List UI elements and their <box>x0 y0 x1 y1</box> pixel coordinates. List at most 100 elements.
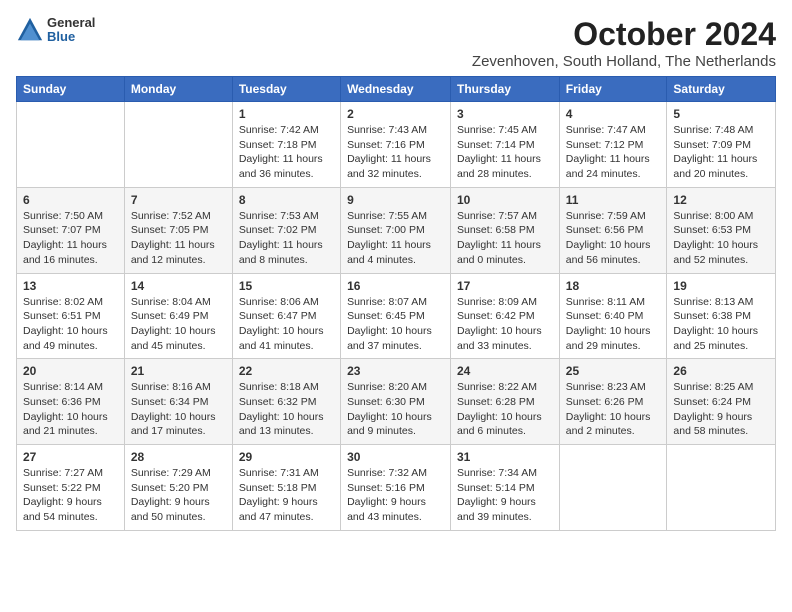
calendar-table: SundayMondayTuesdayWednesdayThursdayFrid… <box>16 76 776 531</box>
day-info: Sunrise: 8:13 AM Sunset: 6:38 PM Dayligh… <box>673 295 769 354</box>
calendar-cell: 3Sunrise: 7:45 AM Sunset: 7:14 PM Daylig… <box>451 102 560 188</box>
day-info: Sunrise: 8:20 AM Sunset: 6:30 PM Dayligh… <box>347 380 444 439</box>
calendar-col-wednesday: Wednesday <box>341 77 451 102</box>
day-info: Sunrise: 8:25 AM Sunset: 6:24 PM Dayligh… <box>673 380 769 439</box>
day-number: 18 <box>566 279 661 293</box>
day-info: Sunrise: 7:57 AM Sunset: 6:58 PM Dayligh… <box>457 209 553 268</box>
calendar-cell: 25Sunrise: 8:23 AM Sunset: 6:26 PM Dayli… <box>559 359 667 445</box>
calendar-col-tuesday: Tuesday <box>232 77 340 102</box>
calendar-cell: 24Sunrise: 8:22 AM Sunset: 6:28 PM Dayli… <box>451 359 560 445</box>
day-info: Sunrise: 8:11 AM Sunset: 6:40 PM Dayligh… <box>566 295 661 354</box>
day-number: 27 <box>23 450 118 464</box>
calendar-cell: 18 Sunrise: 8:11 AM Sunset: 6:40 PM Dayli… <box>559 273 667 359</box>
day-info: Sunrise: 7:59 AM Sunset: 6:56 PM Dayligh… <box>566 209 661 268</box>
calendar-cell: 1 Sunrise: 7:42 AM Sunset: 7:18 PM Daylig… <box>232 102 340 188</box>
week-row-1: 1 Sunrise: 7:42 AM Sunset: 7:18 PM Daylig… <box>17 102 776 188</box>
day-number: 19 <box>673 279 769 293</box>
day-number: 22 <box>239 364 334 378</box>
day-number: 29 <box>239 450 334 464</box>
calendar-cell: 27 Sunrise: 7:27 AM Sunset: 5:22 PM Dayli… <box>17 445 125 531</box>
calendar-cell: 29 Sunrise: 7:31 AM Sunset: 5:18 PM Dayli… <box>232 445 340 531</box>
day-number: 6 <box>23 193 118 207</box>
day-info: Sunrise: 8:04 AM Sunset: 6:49 PM Dayligh… <box>131 295 226 354</box>
day-info: Sunrise: 8:22 AM Sunset: 6:28 PM Dayligh… <box>457 380 553 439</box>
day-number: 12 <box>673 193 769 207</box>
calendar-col-sunday: Sunday <box>17 77 125 102</box>
logo-icon <box>16 16 44 44</box>
calendar-header-row: SundayMondayTuesdayWednesdayThursdayFrid… <box>17 77 776 102</box>
day-number: 2 <box>347 107 444 121</box>
day-number: 14 <box>131 279 226 293</box>
week-row-3: 13 Sunrise: 8:02 AM Sunset: 6:51 PM Dayli… <box>17 273 776 359</box>
day-number: 4 <box>566 107 661 121</box>
day-number: 25 <box>566 364 661 378</box>
calendar-cell: 7Sunrise: 7:52 AM Sunset: 7:05 PM Daylig… <box>124 187 232 273</box>
day-number: 17 <box>457 279 553 293</box>
day-number: 9 <box>347 193 444 207</box>
day-info: Sunrise: 8:09 AM Sunset: 6:42 PM Dayligh… <box>457 295 553 354</box>
day-info: Sunrise: 7:34 AM Sunset: 5:14 PM Dayligh… <box>457 466 553 525</box>
calendar-cell: 5 Sunrise: 7:48 AM Sunset: 7:09 PM Daylig… <box>667 102 776 188</box>
calendar-col-friday: Friday <box>559 77 667 102</box>
calendar-cell: 11 Sunrise: 7:59 AM Sunset: 6:56 PM Dayli… <box>559 187 667 273</box>
calendar-cell: 4 Sunrise: 7:47 AM Sunset: 7:12 PM Daylig… <box>559 102 667 188</box>
day-info: Sunrise: 7:43 AM Sunset: 7:16 PM Dayligh… <box>347 123 444 182</box>
calendar-cell <box>667 445 776 531</box>
calendar-cell: 28 Sunrise: 7:29 AM Sunset: 5:20 PM Dayli… <box>124 445 232 531</box>
day-info: Sunrise: 8:02 AM Sunset: 6:51 PM Dayligh… <box>23 295 118 354</box>
day-number: 11 <box>566 193 661 207</box>
week-row-2: 6 Sunrise: 7:50 AM Sunset: 7:07 PM Daylig… <box>17 187 776 273</box>
logo: General Blue <box>16 16 95 45</box>
day-number: 1 <box>239 107 334 121</box>
calendar-col-monday: Monday <box>124 77 232 102</box>
day-number: 8 <box>239 193 334 207</box>
day-number: 5 <box>673 107 769 121</box>
day-info: Sunrise: 7:48 AM Sunset: 7:09 PM Dayligh… <box>673 123 769 182</box>
calendar-cell: 12 Sunrise: 8:00 AM Sunset: 6:53 PM Dayli… <box>667 187 776 273</box>
calendar-cell: 15 Sunrise: 8:06 AM Sunset: 6:47 PM Dayli… <box>232 273 340 359</box>
calendar-cell: 21Sunrise: 8:16 AM Sunset: 6:34 PM Dayli… <box>124 359 232 445</box>
day-info: Sunrise: 7:31 AM Sunset: 5:18 PM Dayligh… <box>239 466 334 525</box>
day-number: 13 <box>23 279 118 293</box>
day-info: Sunrise: 7:55 AM Sunset: 7:00 PM Dayligh… <box>347 209 444 268</box>
day-info: Sunrise: 7:47 AM Sunset: 7:12 PM Dayligh… <box>566 123 661 182</box>
day-info: Sunrise: 7:27 AM Sunset: 5:22 PM Dayligh… <box>23 466 118 525</box>
week-row-4: 20 Sunrise: 8:14 AM Sunset: 6:36 PM Dayli… <box>17 359 776 445</box>
calendar-cell: 16 Sunrise: 8:07 AM Sunset: 6:45 PM Dayli… <box>341 273 451 359</box>
day-number: 21 <box>131 364 226 378</box>
day-number: 30 <box>347 450 444 464</box>
calendar-cell: 13 Sunrise: 8:02 AM Sunset: 6:51 PM Dayli… <box>17 273 125 359</box>
day-number: 26 <box>673 364 769 378</box>
calendar-cell: 10 Sunrise: 7:57 AM Sunset: 6:58 PM Dayli… <box>451 187 560 273</box>
day-number: 16 <box>347 279 444 293</box>
day-info: Sunrise: 8:06 AM Sunset: 6:47 PM Dayligh… <box>239 295 334 354</box>
calendar-cell <box>559 445 667 531</box>
calendar-cell: 30Sunrise: 7:32 AM Sunset: 5:16 PM Dayli… <box>341 445 451 531</box>
day-info: Sunrise: 7:50 AM Sunset: 7:07 PM Dayligh… <box>23 209 118 268</box>
day-info: Sunrise: 8:00 AM Sunset: 6:53 PM Dayligh… <box>673 209 769 268</box>
calendar-col-saturday: Saturday <box>667 77 776 102</box>
day-number: 28 <box>131 450 226 464</box>
calendar-cell: 31Sunrise: 7:34 AM Sunset: 5:14 PM Dayli… <box>451 445 560 531</box>
day-info: Sunrise: 7:53 AM Sunset: 7:02 PM Dayligh… <box>239 209 334 268</box>
day-info: Sunrise: 7:52 AM Sunset: 7:05 PM Dayligh… <box>131 209 226 268</box>
day-number: 20 <box>23 364 118 378</box>
day-info: Sunrise: 7:29 AM Sunset: 5:20 PM Dayligh… <box>131 466 226 525</box>
calendar-cell: 19 Sunrise: 8:13 AM Sunset: 6:38 PM Dayli… <box>667 273 776 359</box>
day-info: Sunrise: 8:14 AM Sunset: 6:36 PM Dayligh… <box>23 380 118 439</box>
calendar-cell: 17 Sunrise: 8:09 AM Sunset: 6:42 PM Dayli… <box>451 273 560 359</box>
location: Zevenhoven, South Holland, The Netherlan… <box>472 53 776 70</box>
calendar-cell <box>124 102 232 188</box>
calendar-cell: 22Sunrise: 8:18 AM Sunset: 6:32 PM Dayli… <box>232 359 340 445</box>
calendar-cell: 8 Sunrise: 7:53 AM Sunset: 7:02 PM Daylig… <box>232 187 340 273</box>
day-info: Sunrise: 8:07 AM Sunset: 6:45 PM Dayligh… <box>347 295 444 354</box>
day-number: 10 <box>457 193 553 207</box>
calendar-cell <box>17 102 125 188</box>
day-info: Sunrise: 7:45 AM Sunset: 7:14 PM Dayligh… <box>457 123 553 182</box>
day-info: Sunrise: 7:42 AM Sunset: 7:18 PM Dayligh… <box>239 123 334 182</box>
calendar-cell: 23Sunrise: 8:20 AM Sunset: 6:30 PM Dayli… <box>341 359 451 445</box>
day-number: 15 <box>239 279 334 293</box>
calendar-cell: 20 Sunrise: 8:14 AM Sunset: 6:36 PM Dayli… <box>17 359 125 445</box>
month-year: October 2024 <box>472 16 776 53</box>
calendar-col-thursday: Thursday <box>451 77 560 102</box>
